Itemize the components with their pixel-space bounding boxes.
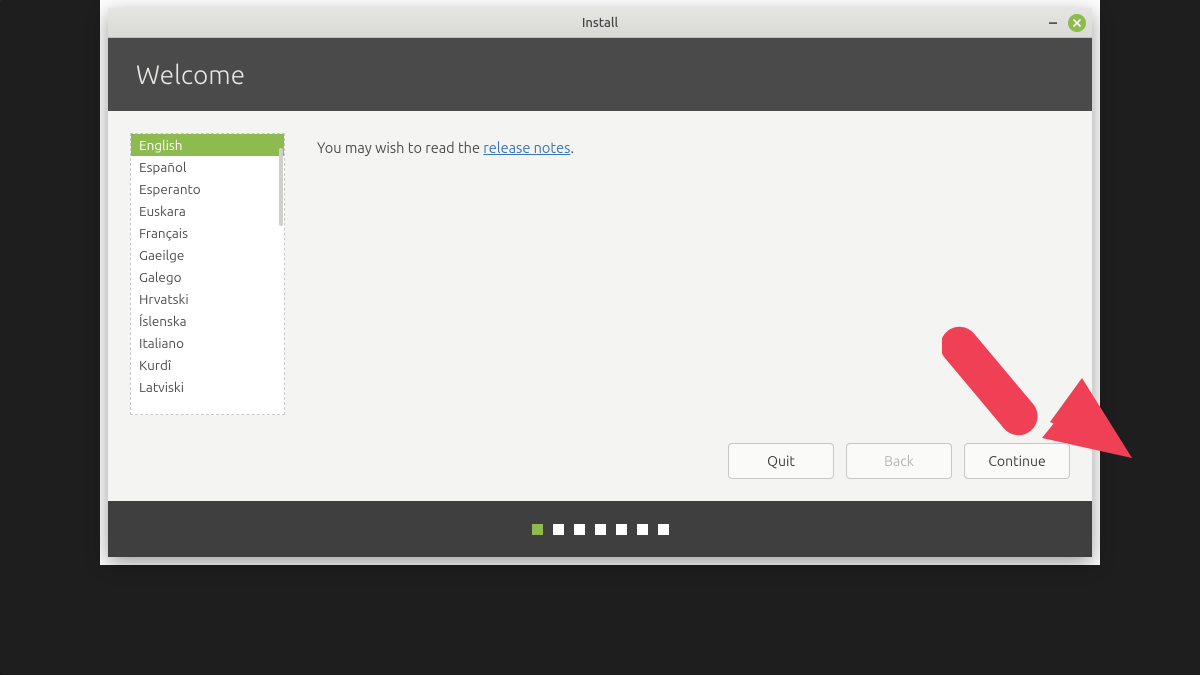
language-option[interactable]: Kurdî <box>131 354 284 376</box>
page-body: EnglishEspañolEsperantoEuskaraFrançaisGa… <box>108 111 1092 501</box>
progress-step <box>595 524 606 535</box>
continue-button[interactable]: Continue <box>964 443 1070 479</box>
language-list[interactable]: EnglishEspañolEsperantoEuskaraFrançaisGa… <box>130 133 285 415</box>
progress-step <box>616 524 627 535</box>
progress-step <box>637 524 648 535</box>
minimize-icon: – <box>1049 15 1057 31</box>
language-option[interactable]: Íslenska <box>131 310 284 332</box>
language-option[interactable]: Français <box>131 222 284 244</box>
language-option[interactable]: Español <box>131 156 284 178</box>
release-notes-link[interactable]: release notes <box>483 139 570 156</box>
scrollbar-track[interactable] <box>278 134 284 414</box>
desktop-background: Install – Welcome <box>0 0 1200 675</box>
minimize-button[interactable]: – <box>1044 14 1062 32</box>
language-option[interactable]: Euskara <box>131 200 284 222</box>
installer-window: Install – Welcome <box>108 8 1092 557</box>
quit-button[interactable]: Quit <box>728 443 834 479</box>
language-option[interactable]: Latviski <box>131 376 284 398</box>
window-titlebar[interactable]: Install – <box>108 8 1092 38</box>
back-button[interactable]: Back <box>846 443 952 479</box>
language-option[interactable]: Italiano <box>131 332 284 354</box>
progress-step <box>553 524 564 535</box>
page-header: Welcome <box>108 38 1092 111</box>
page-title: Welcome <box>136 60 1064 89</box>
close-button[interactable] <box>1068 14 1086 32</box>
scrollbar-thumb[interactable] <box>279 148 283 226</box>
language-option[interactable]: English <box>131 134 284 156</box>
progress-step <box>658 524 669 535</box>
note-prefix: You may wish to read the <box>317 139 483 156</box>
progress-dots <box>108 501 1092 557</box>
language-option[interactable]: Esperanto <box>131 178 284 200</box>
window-title: Install <box>582 16 618 30</box>
note-suffix: . <box>570 139 574 156</box>
language-option[interactable]: Gaeilge <box>131 244 284 266</box>
release-notes-text: You may wish to read the release notes. <box>317 139 1070 156</box>
language-option[interactable]: Hrvatski <box>131 288 284 310</box>
close-icon <box>1072 18 1082 28</box>
nav-buttons: Quit Back Continue <box>728 443 1070 479</box>
progress-step <box>532 524 543 535</box>
language-option[interactable]: Galego <box>131 266 284 288</box>
content-pane: You may wish to read the release notes. … <box>317 133 1070 479</box>
screenshot-frame: Install – Welcome <box>100 0 1100 565</box>
progress-step <box>574 524 585 535</box>
